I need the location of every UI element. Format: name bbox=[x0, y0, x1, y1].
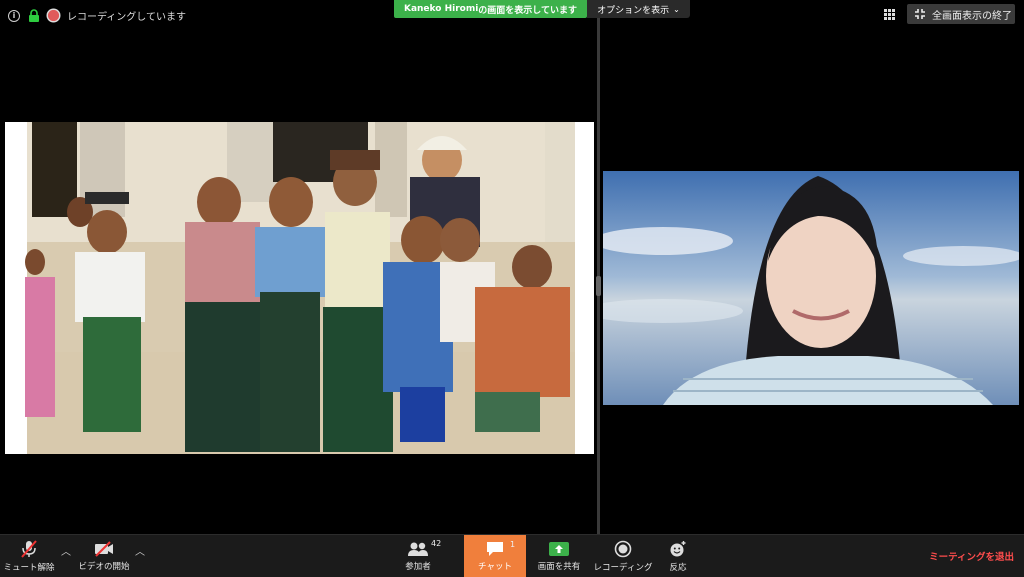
start-video-label: ビデオの開始 bbox=[78, 561, 130, 572]
participants-label: 参加者 bbox=[405, 561, 431, 572]
meeting-status: i レコーディングしています bbox=[8, 8, 186, 23]
video-options-chevron-up-icon[interactable]: ︿ bbox=[135, 543, 145, 558]
info-icon[interactable]: i bbox=[8, 9, 20, 22]
record-label: レコーディング bbox=[593, 562, 653, 573]
participants-count: 42 bbox=[431, 539, 442, 548]
share-banner-suffix: の画面を表示しています bbox=[478, 5, 578, 16]
sharer-name: Kaneko Hiromi bbox=[403, 4, 479, 14]
record-button[interactable]: レコーディング bbox=[592, 535, 654, 577]
share-screen-label: 画面を共有 bbox=[537, 561, 581, 572]
chat-label: チャット bbox=[478, 561, 512, 572]
lock-icon[interactable] bbox=[28, 8, 40, 23]
smiley-plus-icon bbox=[670, 540, 686, 556]
leave-meeting-button[interactable]: ミーティングを退出 bbox=[929, 549, 1014, 563]
meeting-toolbar: ミュート解除 ︿ ビデオの開始 ︿ 参加者 42 チャット 1 画面を共有 レコ… bbox=[0, 534, 1024, 577]
audio-options-chevron-up-icon[interactable]: ︿ bbox=[61, 543, 71, 558]
recording-icon bbox=[48, 10, 59, 21]
split-divider-handle[interactable] bbox=[596, 276, 601, 296]
chevron-down-icon: ⌄ bbox=[673, 4, 680, 14]
chat-icon bbox=[487, 541, 503, 556]
gallery-view-icon[interactable] bbox=[884, 9, 895, 20]
participants-icon bbox=[408, 542, 428, 556]
recording-status-text: レコーディングしています bbox=[67, 12, 186, 23]
record-icon bbox=[614, 540, 632, 557]
exit-fullscreen-icon bbox=[915, 9, 925, 19]
reactions-label: 反応 bbox=[669, 562, 687, 573]
chat-unread-count: 1 bbox=[510, 540, 516, 549]
participant-video[interactable] bbox=[603, 171, 1019, 405]
camera-off-icon bbox=[95, 540, 113, 557]
reactions-button[interactable]: 反応 bbox=[660, 535, 696, 577]
exit-fullscreen-label: 全画面表示の終了 bbox=[932, 10, 1012, 22]
share-screen-button[interactable]: 画面を共有 bbox=[530, 535, 588, 577]
microphone-muted-icon bbox=[21, 539, 37, 558]
unmute-label: ミュート解除 bbox=[3, 562, 55, 573]
shared-screen bbox=[5, 122, 594, 454]
participant-video-frame bbox=[603, 171, 1019, 405]
chat-button[interactable]: チャット bbox=[464, 535, 526, 577]
screen-share-banner: Kaneko Hiromi の画面を表示しています bbox=[394, 0, 587, 18]
unmute-button[interactable]: ミュート解除 bbox=[0, 535, 58, 577]
view-options-label: オプションを表示 bbox=[597, 5, 670, 16]
share-screen-icon bbox=[549, 541, 569, 556]
view-options-button[interactable]: オプションを表示 ⌄ bbox=[587, 0, 690, 18]
shared-photo bbox=[5, 122, 594, 454]
start-video-button[interactable]: ビデオの開始 bbox=[74, 535, 134, 577]
exit-fullscreen-button[interactable]: 全画面表示の終了 bbox=[907, 4, 1015, 24]
